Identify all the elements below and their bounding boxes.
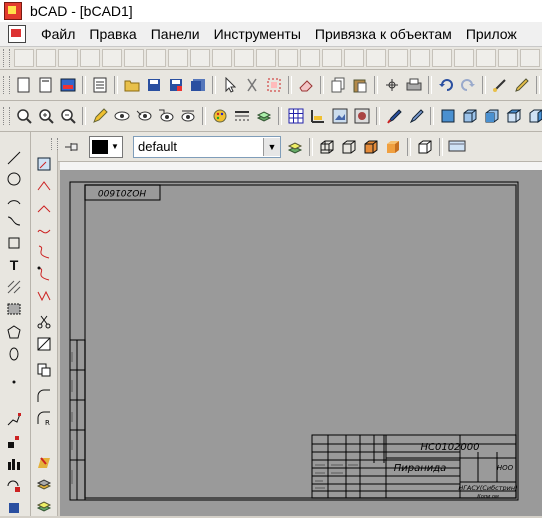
- top-code: НО201600: [98, 187, 146, 197]
- stamp-title: Пиранида: [394, 463, 447, 474]
- stamp-bottom: Копи ом: [477, 494, 499, 500]
- stamp-code: НС0102000: [420, 442, 479, 453]
- stamp-sheet: НОО: [497, 464, 514, 472]
- drawing-sheet: НО201600 НС0102000 Пиранида НОО НГАСУ(Си…: [69, 181, 519, 501]
- stamp-org: НГАСУ(Сибстрин): [458, 484, 517, 492]
- top-code-text: НО201600: [98, 187, 146, 197]
